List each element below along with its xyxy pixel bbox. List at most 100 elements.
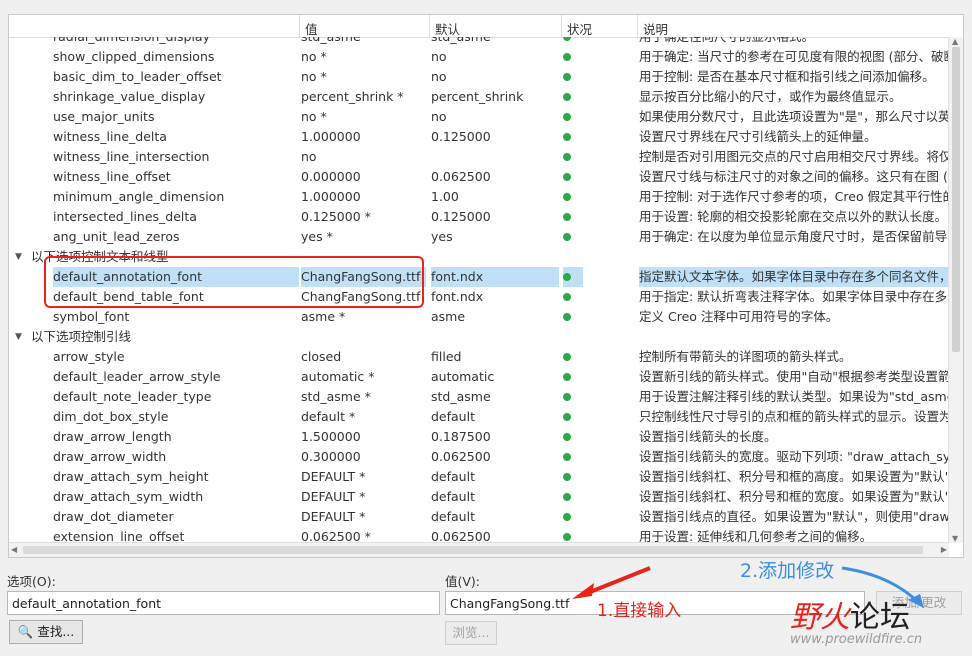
option-row[interactable]: arrow_style closed filled 控制所有带箭头的详图项的箭头样式。 (9, 347, 949, 367)
status-dot-icon (563, 467, 583, 487)
status-ok-icon (563, 73, 571, 81)
scroll-up-icon[interactable]: ▲ (952, 37, 958, 46)
vertical-scrollbar[interactable]: ▲ ▼ (948, 37, 963, 543)
option-name: witness_line_offset (53, 169, 171, 184)
option-row[interactable]: radial_dimension_displaystd_asmestd_asme… (9, 37, 949, 47)
option-value: no * (301, 109, 327, 124)
option-row[interactable]: witness_line_offset 0.000000 0.062500 设置尺寸线… (9, 167, 949, 187)
option-row[interactable]: default_note_leader_type std_asme * std_as… (9, 387, 949, 407)
option-description: 设置指引线斜杠、积分号和框的高度。如果设置为"默认"，则 (639, 469, 949, 484)
option-row[interactable]: symbol_font asme * asme 定义 Creo 注释中可用符号的字体。 (9, 307, 949, 327)
option-description: 控制是否对引用图元交点的尺寸启用相交尺寸界线。将仅影 (639, 149, 949, 164)
option-name: draw_attach_sym_width (53, 489, 204, 504)
option-row[interactable]: extension_line_offset 0.062500 * 0.062500 用… (9, 527, 949, 543)
option-default: no (431, 49, 447, 64)
status-ok-icon (563, 473, 571, 481)
option-name: show_clipped_dimensions (53, 49, 215, 64)
status-ok-icon (563, 373, 571, 381)
group-label: 以下选项控制引线 (31, 329, 132, 344)
option-description: 定义 Creo 注释中可用符号的字体。 (639, 309, 839, 324)
horizontal-scroll-thumb[interactable] (23, 546, 923, 554)
option-group[interactable]: ▼ 以下选项控制引线 (9, 327, 949, 347)
option-row[interactable]: witness_line_delta 1.000000 0.125000 设置尺寸界线… (9, 127, 949, 147)
option-row[interactable]: draw_dot_diameter DEFAULT * default 设置指引线点的… (9, 507, 949, 527)
option-row[interactable]: shrinkage_value_display percent_shrink * p… (9, 87, 949, 107)
option-description: 设置尺寸线与标注尺寸的对象之间的偏移。这只有在图 (X (639, 169, 949, 184)
option-default: 0.125000 (431, 129, 491, 144)
vertical-scroll-thumb[interactable] (952, 47, 960, 352)
option-default: 0.062500 (431, 449, 491, 464)
status-ok-icon (563, 293, 571, 301)
option-name: radial_dimension_display (53, 37, 299, 47)
option-value: std_asme (301, 37, 426, 47)
option-default: 0.187500 (431, 429, 491, 444)
status-dot-icon (563, 407, 583, 427)
highlight-annotation-box (44, 256, 424, 308)
scroll-right-icon[interactable]: ▶ (941, 543, 947, 557)
option-name: basic_dim_to_leader_offset (53, 69, 222, 84)
option-default: automatic (431, 369, 495, 384)
option-default: 0.125000 (431, 209, 491, 224)
option-default: font.ndx (431, 267, 559, 287)
option-description: 设置新引线的箭头样式。使用"自动"根据参考类型设置箭头样 (639, 369, 949, 384)
value-label: 值(V): (445, 574, 481, 589)
option-value: DEFAULT * (301, 469, 366, 484)
option-description: 设置指引线箭头的宽度。驱动下列项: "draw_attach_sym_h (639, 449, 949, 464)
option-row[interactable]: use_major_units no * no 如果使用分数尺寸，且此选项设置为"是"… (9, 107, 949, 127)
option-name: witness_line_delta (53, 129, 167, 144)
status-dot-icon (563, 127, 583, 147)
header-value[interactable]: 值 (305, 19, 318, 38)
option-row[interactable]: witness_line_intersection no 控制是否对引用图元交点的尺… (9, 147, 949, 167)
option-value: no * (301, 49, 327, 64)
option-name: shrinkage_value_display (53, 89, 206, 104)
search-icon: 🔍 (17, 624, 34, 639)
option-description: 用于设置注解注释引线的默认类型。如果设为"std_asme"，则 (639, 389, 949, 404)
option-default: asme (431, 309, 466, 324)
option-row[interactable]: basic_dim_to_leader_offset no * no 用于控制: 是否… (9, 67, 949, 87)
option-value: 1.500000 (301, 429, 361, 444)
option-row[interactable]: minimum_angle_dimension 1.000000 1.00 用于控制:… (9, 187, 949, 207)
status-ok-icon (563, 353, 571, 361)
collapse-caret-icon[interactable]: ▼ (15, 327, 22, 347)
option-name: default_note_leader_type (53, 389, 212, 404)
option-default: 1.00 (431, 189, 459, 204)
option-value: 0.125000 * (301, 209, 371, 224)
header-description[interactable]: 说明 (643, 19, 668, 38)
option-value: 0.062500 * (301, 529, 371, 543)
find-button[interactable]: 🔍 查找... (9, 620, 83, 644)
option-input[interactable]: default_annotation_font (7, 591, 440, 615)
option-default: yes (431, 229, 453, 244)
collapse-caret-icon[interactable]: ▼ (15, 247, 22, 267)
scroll-down-icon[interactable]: ▼ (952, 534, 958, 543)
option-description: 指定默认文本字体。如果字体目录中存在多个同名文件，则 (639, 267, 949, 287)
option-value: no * (301, 69, 327, 84)
status-dot-icon (563, 87, 583, 107)
status-dot-icon (563, 367, 583, 387)
option-description: 用于确定: 在以度为单位显示角度尺寸时，是否保留前导零。 (639, 229, 949, 244)
option-row[interactable]: draw_attach_sym_height DEFAULT * default 设置… (9, 467, 949, 487)
browse-button[interactable]: 浏览... (445, 621, 497, 645)
status-ok-icon (563, 393, 571, 401)
option-row[interactable]: draw_arrow_length 1.500000 0.187500 设置指引线箭头… (9, 427, 949, 447)
watermark-part1: 野火 (790, 600, 850, 635)
option-row[interactable]: default_leader_arrow_style automatic * aut… (9, 367, 949, 387)
option-row[interactable]: draw_arrow_width 0.300000 0.062500 设置指引线箭头的… (9, 447, 949, 467)
watermark-url: www.proewildfire.cn (790, 632, 923, 647)
option-default: filled (431, 349, 462, 364)
option-row[interactable]: draw_attach_sym_width DEFAULT * default 设置指… (9, 487, 949, 507)
option-row[interactable]: dim_dot_box_style default * default 只控制线性尺寸… (9, 407, 949, 427)
status-dot-icon (563, 47, 583, 67)
option-description: 设置指引线箭头的长度。 (639, 429, 777, 444)
status-dot-icon (563, 427, 583, 447)
status-ok-icon (563, 533, 571, 541)
status-ok-icon (563, 93, 571, 101)
header-status[interactable]: 状况 (567, 19, 592, 38)
table-header: 值 默认 状况 说明 (9, 15, 949, 38)
status-dot-icon (563, 487, 583, 507)
horizontal-scrollbar[interactable]: ◀ ▶ (9, 542, 949, 557)
scroll-left-icon[interactable]: ◀ (11, 543, 17, 557)
header-default[interactable]: 默认 (435, 19, 460, 38)
option-row[interactable]: ang_unit_lead_zeros yes * yes 用于确定: 在以度为单位显… (9, 227, 949, 247)
option-row[interactable]: intersected_lines_delta 0.125000 * 0.12500… (9, 207, 949, 227)
option-row[interactable]: show_clipped_dimensions no * no 用于确定: 当尺寸的参… (9, 47, 949, 67)
